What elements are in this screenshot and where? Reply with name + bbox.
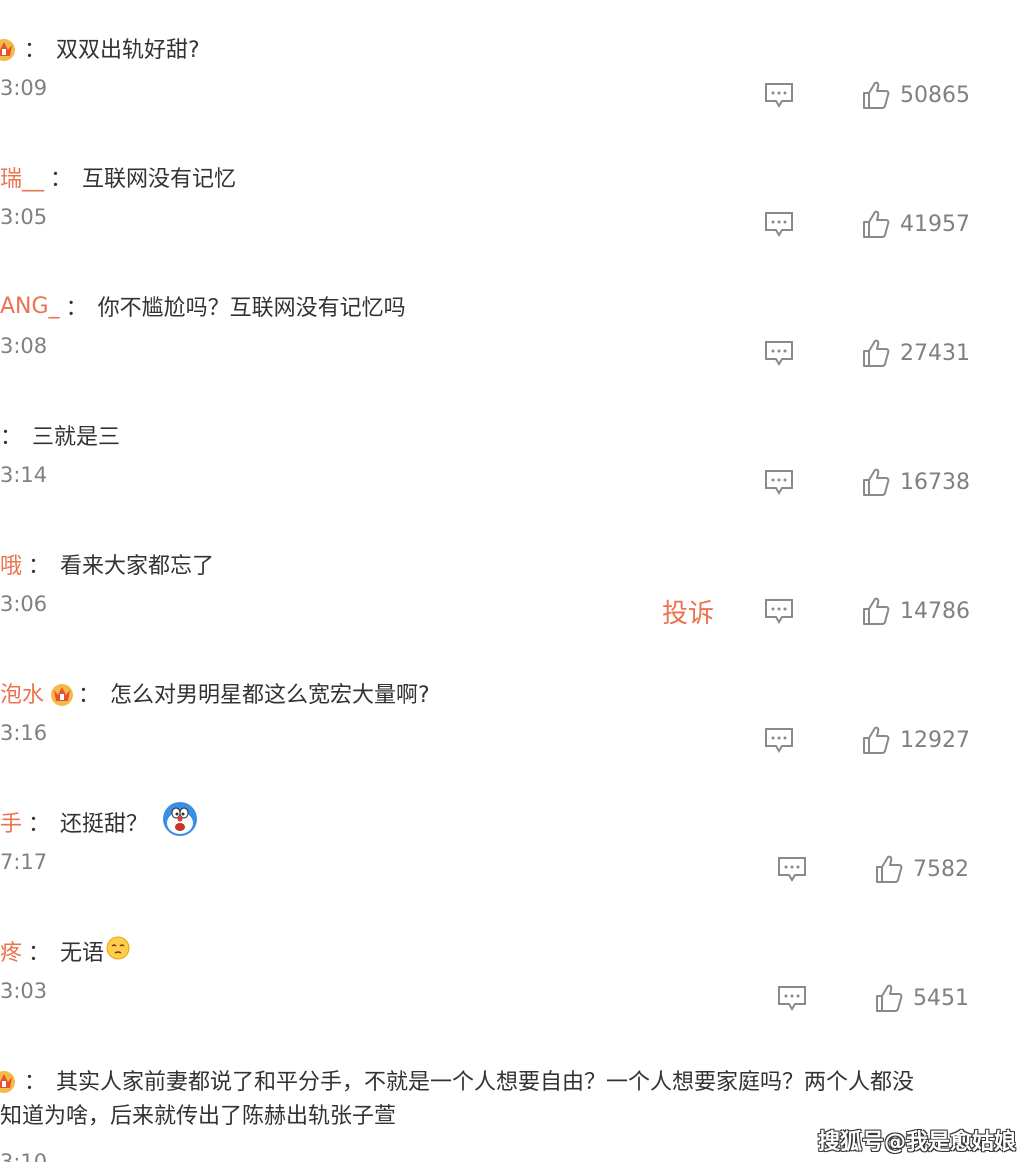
like-button[interactable]: 50865: [862, 80, 970, 110]
crown-icon: [0, 1066, 18, 1094]
comment-text-continued: 知道为啥，后来就传出了陈赫出轨张子萱: [0, 1104, 397, 1129]
doraemon-emoji-icon: [162, 801, 198, 843]
like-count: 16738: [900, 469, 970, 495]
reply-icon[interactable]: [764, 211, 794, 237]
reply-icon[interactable]: [764, 469, 794, 495]
watermark: 搜狐号@我是愈姑娘: [818, 1130, 1017, 1155]
comment-item: ： 三就是三 3:14 16738: [0, 417, 1024, 546]
separator: ：: [24, 1070, 47, 1095]
like-count: 41957: [900, 211, 970, 237]
separator: ：: [28, 812, 51, 837]
comment-username[interactable]: 瑞__: [0, 161, 44, 193]
thumbs-up-icon: [863, 597, 890, 625]
like-button[interactable]: 5451: [875, 983, 969, 1013]
reply-icon[interactable]: [764, 82, 794, 108]
comment-text: 你不尴尬吗？互联网没有记忆吗: [97, 296, 406, 321]
separator: ：: [24, 38, 47, 63]
like-button[interactable]: 14786: [862, 596, 970, 626]
comment-text: 其实人家前妻都说了和平分手，不就是一个人想要自由？一个人想要家庭吗？两个人都没: [56, 1070, 915, 1095]
comment-item: ： 双双出轨好甜? 3:09 50865: [0, 30, 1024, 159]
comment-item: ANG_ ： 你不尴尬吗？互联网没有记忆吗 3:08 27431: [0, 288, 1024, 417]
comment-item: 瑞__ ： 互联网没有记忆 3:05 41957: [0, 159, 1024, 288]
comment-text: 无语: [60, 941, 105, 966]
comment-text: 互联网没有记忆: [82, 167, 237, 192]
comment-time: 3:09: [0, 76, 48, 100]
comment-time: 3:10: [0, 1150, 48, 1162]
crown-icon: [48, 679, 76, 707]
separator: ：: [0, 425, 23, 450]
like-count: 5451: [913, 985, 969, 1011]
comment-line: 疼 ： 无语: [0, 933, 130, 969]
thumbs-up-icon: [863, 339, 890, 367]
reply-icon[interactable]: [764, 727, 794, 753]
separator: ：: [28, 941, 51, 966]
comment-line: ANG_ ： 你不尴尬吗？互联网没有记忆吗: [0, 288, 406, 324]
like-count: 7582: [913, 856, 969, 882]
comment-text: 看来大家都忘了: [60, 554, 215, 579]
comment-username[interactable]: 手: [0, 806, 22, 838]
reply-icon[interactable]: [764, 340, 794, 366]
like-button[interactable]: 16738: [862, 467, 970, 497]
comment-text: 还挺甜？: [60, 812, 149, 837]
comment-text: 三就是三: [32, 425, 121, 450]
like-button[interactable]: 27431: [862, 338, 970, 368]
reply-icon[interactable]: [764, 598, 794, 624]
like-count: 12927: [900, 727, 970, 753]
thumbs-up-icon: [876, 984, 903, 1012]
comment-username[interactable]: ANG_: [0, 294, 60, 319]
comment-username[interactable]: 泡水: [0, 677, 44, 709]
comment-line: ： 双双出轨好甜?: [0, 30, 200, 66]
comment-text: 双双出轨好甜?: [56, 38, 200, 63]
comment-username[interactable]: 哦: [0, 548, 22, 580]
comment-time: 3:06: [0, 592, 48, 616]
like-button[interactable]: 41957: [862, 209, 970, 239]
reply-icon[interactable]: [777, 856, 807, 882]
comment-line: ： 三就是三: [0, 417, 120, 453]
separator: ：: [28, 554, 51, 579]
thumbs-up-icon: [863, 726, 890, 754]
separator: ：: [50, 167, 73, 192]
crown-icon: [0, 34, 18, 62]
separator: ：: [65, 296, 88, 321]
thumbs-up-icon: [863, 468, 890, 496]
comment-item: 疼 ： 无语 3:03 5451: [0, 933, 1024, 1062]
thumbs-up-icon: [863, 81, 890, 109]
comment-username[interactable]: 疼: [0, 935, 22, 967]
comment-time: 3:14: [0, 463, 48, 487]
complain-link[interactable]: 投诉: [662, 593, 714, 630]
comment-line: 手 ： 还挺甜？: [0, 801, 198, 843]
comment-line: 哦 ： 看来大家都忘了: [0, 546, 214, 582]
comment-time: 3:03: [0, 979, 48, 1003]
comment-item: 哦 ： 看来大家都忘了 3:06 投诉 14786: [0, 546, 1024, 675]
like-button[interactable]: 7582: [875, 854, 969, 884]
comment-time: 7:17: [0, 850, 48, 874]
comment-line: 瑞__ ： 互联网没有记忆: [0, 159, 236, 195]
comment-time: 3:16: [0, 721, 48, 745]
comment-text: 怎么对男明星都这么宽宏大量啊?: [110, 683, 430, 708]
separator: ：: [78, 683, 101, 708]
comment-item: 手 ： 还挺甜？ 7:17 7582: [0, 801, 1024, 933]
comment-time: 3:08: [0, 334, 48, 358]
thumbs-up-icon: [876, 855, 903, 883]
like-count: 50865: [900, 82, 970, 108]
comment-item: 泡水 ： 怎么对男明星都这么宽宏大量啊? 3:16 12927: [0, 675, 1024, 804]
unamused-face-emoji-icon: [106, 936, 130, 966]
like-count: 14786: [900, 598, 970, 624]
comment-line: 泡水 ： 怎么对男明星都这么宽宏大量啊?: [0, 675, 430, 711]
like-button[interactable]: 12927: [862, 725, 970, 755]
reply-icon[interactable]: [777, 985, 807, 1011]
like-count: 27431: [900, 340, 970, 366]
thumbs-up-icon: [863, 210, 890, 238]
comment-time: 3:05: [0, 205, 48, 229]
comment-line: ： 其实人家前妻都说了和平分手，不就是一个人想要自由？一个人想要家庭吗？两个人都…: [0, 1062, 914, 1098]
